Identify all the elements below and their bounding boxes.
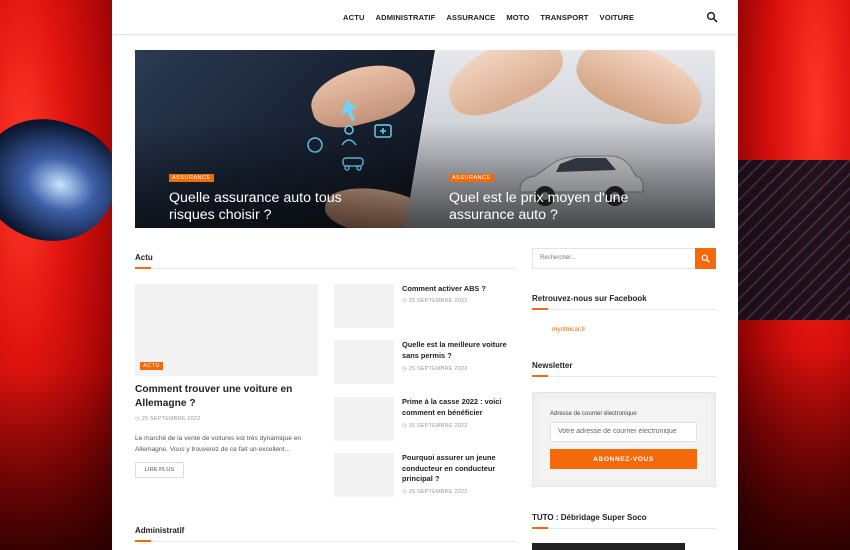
section-divider bbox=[532, 375, 716, 377]
list-thumbnail[interactable] bbox=[334, 453, 394, 497]
nav-item-administratif[interactable]: ADMINISTRATIF bbox=[376, 13, 436, 22]
list-date: ◷ 25 SEPTEMBRE 2022 bbox=[402, 366, 468, 372]
car-grille bbox=[738, 160, 850, 320]
list-title[interactable]: Pourquoi assurer un jeune conducteur en … bbox=[402, 453, 520, 485]
list-title[interactable]: Comment activer ABS ? bbox=[402, 284, 520, 295]
sidebar-search-input[interactable]: Rechercher... bbox=[532, 248, 716, 269]
hero-slider: ASSURANCE Quelle assurance auto tous ris… bbox=[135, 50, 715, 228]
hero-title-2[interactable]: Quel est le prix moyen d'une assurance a… bbox=[449, 190, 669, 224]
video-embed[interactable] bbox=[532, 543, 685, 550]
nav-item-voiture[interactable]: VOITURE bbox=[600, 13, 634, 22]
car-shadow-right bbox=[738, 350, 850, 550]
clock-icon: ◷ bbox=[402, 366, 407, 372]
featured-date: ◷ 25 SEPTEMBRE 2022 bbox=[135, 416, 201, 422]
email-placeholder: Votre adresse de courrier électronique bbox=[558, 428, 677, 435]
header-bar: ACTU ADMINISTRATIF ASSURANCE MOTO TRANSP… bbox=[112, 0, 738, 35]
list-date: ◷ 25 SEPTEMBRE 2022 bbox=[402, 489, 468, 495]
sidebar-tuto-title: TUTO : Débridage Super Soco bbox=[532, 513, 647, 522]
featured-excerpt: Le marché de la vente de voitures est tr… bbox=[135, 435, 302, 453]
featured-title[interactable]: Comment trouver une voiture en Allemagne… bbox=[135, 383, 320, 411]
list-title[interactable]: Prime à la casse 2022 : voici comment en… bbox=[402, 397, 520, 418]
read-more-button[interactable]: LIRE PLUS bbox=[135, 462, 184, 478]
car-shadow-left bbox=[0, 370, 112, 550]
nav-item-moto[interactable]: MOTO bbox=[506, 13, 529, 22]
sidebar-search-button[interactable] bbox=[695, 248, 716, 269]
page-container: ACTU ADMINISTRATIF ASSURANCE MOTO TRANSP… bbox=[112, 0, 738, 550]
clock-icon: ◷ bbox=[135, 416, 140, 422]
facebook-page-link[interactable]: myottocar.fr bbox=[552, 326, 585, 333]
list-thumbnail[interactable] bbox=[334, 340, 394, 384]
hero-caption-2: ASSURANCE Quel est le prix moyen d'une a… bbox=[449, 166, 669, 224]
list-date: ◷ 25 SEPTEMBRE 2022 bbox=[402, 423, 468, 429]
list-thumbnail[interactable] bbox=[334, 397, 394, 441]
list-item: Quelle est la meilleure voiture sans per… bbox=[334, 340, 520, 384]
section-divider bbox=[532, 308, 716, 310]
section-divider bbox=[135, 540, 516, 542]
search-icon bbox=[701, 254, 710, 263]
nav-item-transport[interactable]: TRANSPORT bbox=[540, 13, 588, 22]
sidebar-facebook-title: Retrouvez-nous sur Facebook bbox=[532, 294, 647, 303]
subscribe-button[interactable]: ABONNEZ-VOUS bbox=[550, 449, 697, 469]
main-nav: ACTU ADMINISTRATIF ASSURANCE MOTO TRANSP… bbox=[343, 0, 634, 35]
newsletter-email-field[interactable]: Votre adresse de courrier électronique bbox=[550, 422, 697, 442]
clock-icon: ◷ bbox=[402, 298, 407, 304]
list-item: Pourquoi assurer un jeune conducteur en … bbox=[334, 453, 520, 497]
nav-item-assurance[interactable]: ASSURANCE bbox=[446, 13, 495, 22]
newsletter-email-label: Adresse de courrier électronique bbox=[550, 411, 637, 417]
nav-item-actu[interactable]: ACTU bbox=[343, 13, 365, 22]
search-placeholder: Rechercher... bbox=[540, 255, 576, 261]
section-title-administratif: Administratif bbox=[135, 526, 185, 535]
hand-left bbox=[437, 50, 573, 128]
clock-icon: ◷ bbox=[402, 489, 407, 495]
hand-right bbox=[567, 50, 713, 137]
category-badge[interactable]: ASSURANCE bbox=[169, 174, 214, 182]
search-icon[interactable] bbox=[706, 11, 718, 23]
sidebar-newsletter-title: Newsletter bbox=[532, 361, 573, 370]
list-item: Comment activer ABS ? ◷ 25 SEPTEMBRE 202… bbox=[334, 284, 520, 328]
list-item: Prime à la casse 2022 : voici comment en… bbox=[334, 397, 520, 441]
list-date: ◷ 25 SEPTEMBRE 2022 bbox=[402, 298, 468, 304]
category-badge[interactable]: ACTU bbox=[140, 362, 163, 370]
section-divider bbox=[532, 527, 716, 529]
category-badge[interactable]: ASSURANCE bbox=[449, 174, 494, 182]
hero-title-1[interactable]: Quelle assurance auto tous risques chois… bbox=[169, 190, 389, 224]
list-title[interactable]: Quelle est la meilleure voiture sans per… bbox=[402, 340, 520, 361]
list-thumbnail[interactable] bbox=[334, 284, 394, 328]
section-title-actu: Actu bbox=[135, 253, 153, 262]
hero-caption-1: ASSURANCE Quelle assurance auto tous ris… bbox=[169, 166, 389, 224]
section-divider bbox=[135, 267, 516, 269]
clock-icon: ◷ bbox=[402, 423, 407, 429]
